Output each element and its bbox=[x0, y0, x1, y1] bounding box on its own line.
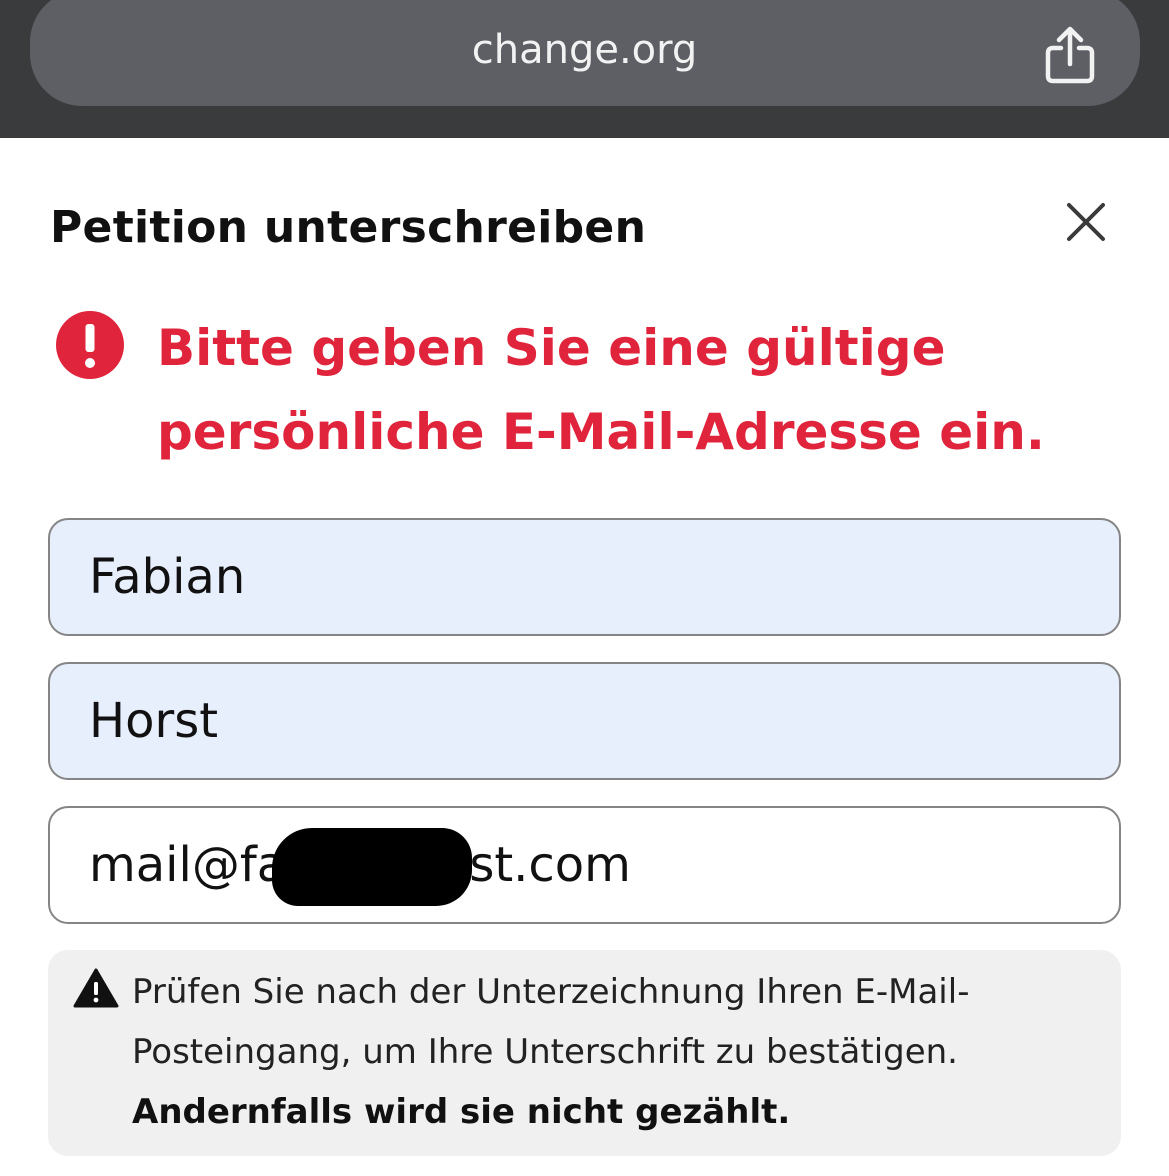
email-input[interactable] bbox=[48, 806, 1121, 924]
notice-emphasis: Andernfalls wird sie nicht gezählt. bbox=[132, 1092, 791, 1132]
redaction-mark bbox=[272, 828, 472, 906]
url-text[interactable]: change.org bbox=[0, 24, 1169, 76]
error-message: Bitte geben Sie eine gültige persönliche… bbox=[157, 319, 1045, 461]
notice-body: Prüfen Sie nach der Unterzeichnung Ihren… bbox=[132, 972, 970, 1072]
exclamation-circle-icon bbox=[55, 310, 125, 380]
close-button[interactable] bbox=[1062, 198, 1110, 246]
first-name-input[interactable] bbox=[48, 518, 1121, 636]
close-icon bbox=[1067, 203, 1105, 241]
last-name-input[interactable] bbox=[48, 662, 1121, 780]
warning-icon bbox=[73, 968, 119, 1008]
share-button[interactable] bbox=[1040, 24, 1100, 86]
share-icon bbox=[1045, 26, 1095, 84]
dialog-title: Petition unterschreiben bbox=[50, 202, 647, 253]
notice-text: Prüfen Sie nach der Unterzeichnung Ihren… bbox=[132, 962, 1012, 1142]
browser-toolbar: change.org bbox=[0, 0, 1169, 138]
